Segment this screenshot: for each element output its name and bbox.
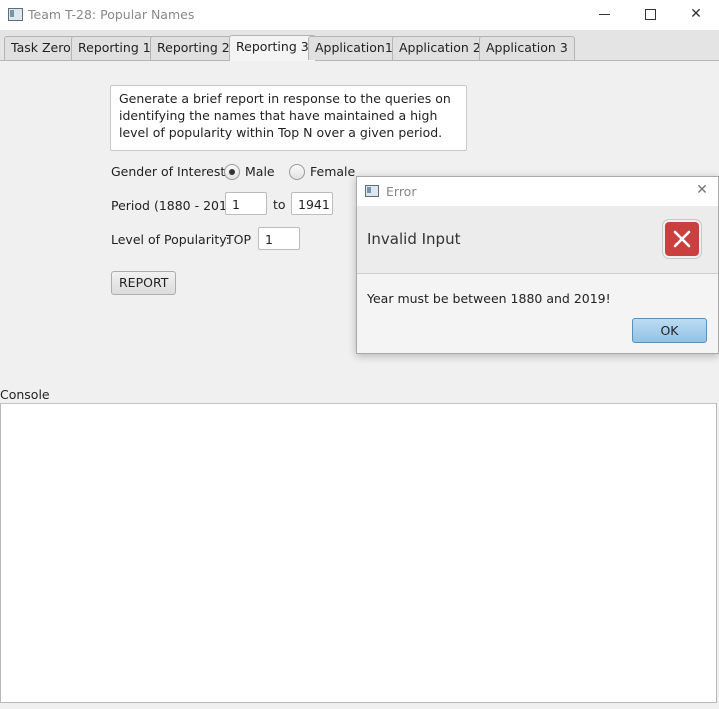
male-radio[interactable]	[224, 164, 240, 180]
description-text: Generate a brief report in response to t…	[110, 85, 467, 151]
period-to-label: to	[273, 197, 286, 212]
console-output[interactable]	[0, 403, 717, 703]
female-radio-label[interactable]: Female	[310, 164, 355, 179]
dialog-title: Error	[386, 184, 417, 199]
dialog-message: Year must be between 1880 and 2019!	[367, 291, 611, 306]
dialog-titlebar: Error ✕	[357, 177, 718, 206]
window-titlebar: Team T-28: Popular Names ✕	[0, 0, 719, 30]
tab-application-1[interactable]: Application1	[308, 36, 400, 60]
minimize-button[interactable]	[581, 0, 627, 30]
tab-reporting-2[interactable]: Reporting 2	[150, 36, 237, 60]
report-button[interactable]: REPORT	[111, 271, 177, 295]
dialog-app-icon	[365, 185, 379, 197]
male-radio-label[interactable]: Male	[245, 164, 275, 179]
close-button[interactable]: ✕	[673, 0, 719, 30]
period-from-input[interactable]: 1	[225, 192, 267, 215]
maximize-button[interactable]	[627, 0, 673, 30]
period-to-input[interactable]: 1941	[291, 192, 333, 215]
tab-bar: Task Zero Reporting 1 Reporting 2 Report…	[0, 30, 719, 61]
tab-application-3[interactable]: Application 3	[479, 36, 575, 60]
tab-task-zero[interactable]: Task Zero	[4, 36, 78, 60]
dialog-header: Invalid Input	[357, 206, 718, 274]
console-label: Console	[0, 387, 50, 402]
dialog-close-button[interactable]: ✕	[694, 182, 710, 200]
error-dialog: Error ✕ Invalid Input Year must be betwe…	[356, 176, 719, 354]
tab-reporting-3[interactable]: Reporting 3	[229, 35, 316, 61]
dialog-header-text: Invalid Input	[367, 230, 461, 248]
female-radio[interactable]	[289, 164, 305, 180]
app-icon	[8, 8, 23, 21]
error-x-icon	[665, 222, 699, 256]
tab-reporting-1[interactable]: Reporting 1	[71, 36, 158, 60]
window-title: Team T-28: Popular Names	[28, 7, 195, 22]
tab-application-2[interactable]: Application 2	[392, 36, 488, 60]
top-n-input[interactable]: 1	[258, 227, 300, 250]
top-label: TOP	[226, 232, 252, 247]
period-label: Period (1880 - 2019)	[111, 198, 240, 213]
gender-label: Gender of Interest:	[111, 164, 230, 179]
popularity-label: Level of Popularity:	[111, 232, 230, 247]
ok-button[interactable]: OK	[632, 318, 707, 343]
